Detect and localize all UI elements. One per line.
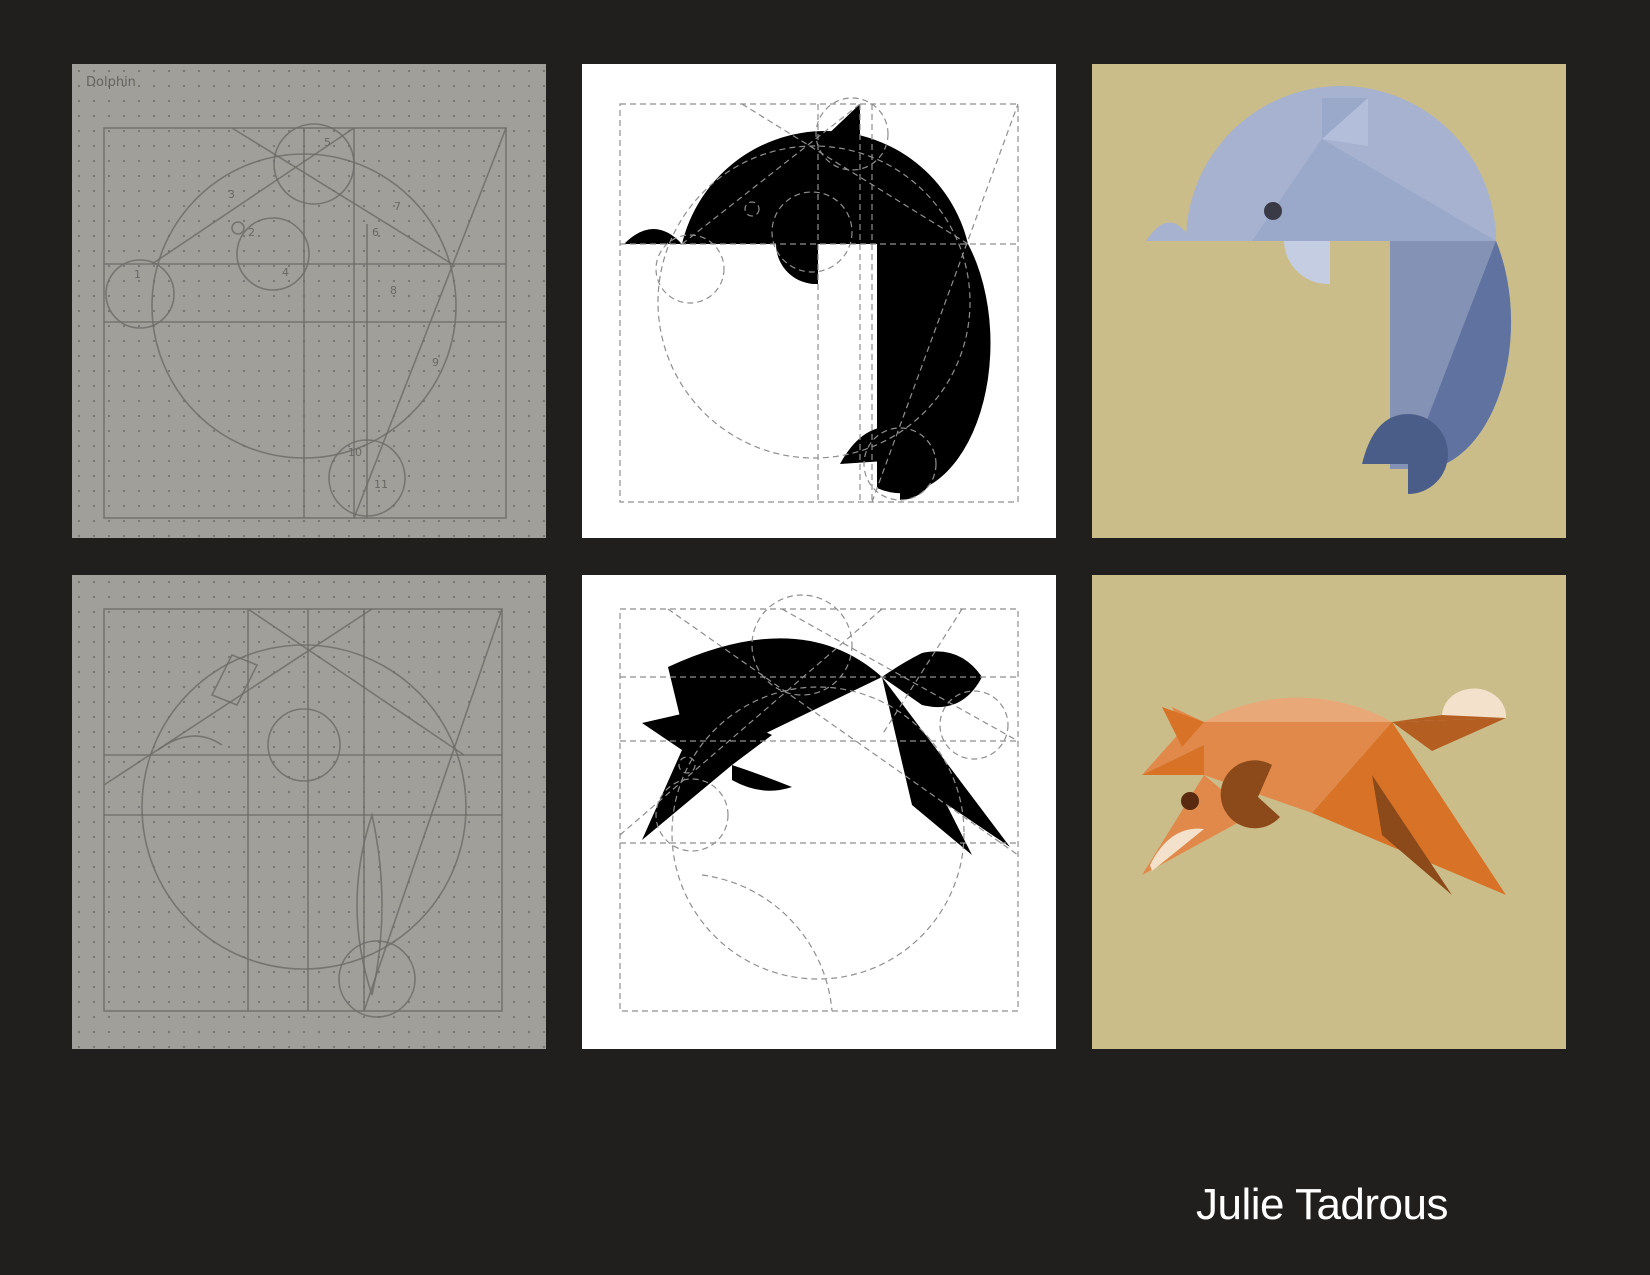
svg-text:7: 7 — [394, 200, 401, 213]
dolphin-color-panel — [1092, 64, 1566, 538]
svg-text:2: 2 — [248, 226, 255, 239]
svg-text:1: 1 — [134, 268, 141, 281]
fox-back — [1204, 697, 1392, 722]
fox-sketch-panel — [72, 575, 546, 1049]
dolphin-grid-panel — [582, 64, 1056, 538]
svg-text:10: 10 — [348, 446, 362, 459]
svg-text:11: 11 — [374, 478, 388, 491]
fox-black-silhouette — [619, 594, 1019, 1012]
svg-text:5: 5 — [324, 136, 331, 149]
fox-tail-lower — [1392, 718, 1506, 751]
svg-text:6: 6 — [372, 226, 379, 239]
fox-tail-tip — [1442, 688, 1507, 718]
dolphin-pectoral-fin — [1284, 241, 1330, 285]
dolphin-eye — [1264, 202, 1282, 220]
dolphin-sketch-panel: Dolphin 1 2 3 4 5 6 7 8 9 10 11 — [72, 64, 546, 538]
fox-eye — [1181, 792, 1199, 810]
dot-grid — [72, 575, 546, 1049]
svg-text:3: 3 — [228, 188, 235, 201]
dolphin-snout — [1146, 222, 1192, 241]
author-name: Julie Tadrous — [1196, 1180, 1448, 1229]
fox-colored-illustration — [1142, 688, 1507, 895]
dolphin-pencil-sketch: Dolphin 1 2 3 4 5 6 7 8 9 10 11 — [72, 64, 546, 538]
fox-pencil-sketch — [72, 575, 546, 1049]
dolphin-tail-fluke-left — [1362, 414, 1408, 464]
dolphin-silhouette-shapes — [624, 104, 991, 500]
fox-color-panel — [1092, 575, 1566, 1049]
fox-grid-panel — [582, 575, 1056, 1049]
svg-text:9: 9 — [432, 356, 439, 369]
sketch-title: Dolphin — [86, 75, 136, 90]
dot-grid — [72, 64, 546, 538]
fox-silhouette-shapes — [642, 638, 1010, 855]
dolphin-black-silhouette — [619, 97, 1019, 503]
svg-text:4: 4 — [282, 266, 289, 279]
dolphin-colored-illustration — [1146, 86, 1512, 494]
svg-text:8: 8 — [390, 284, 397, 297]
